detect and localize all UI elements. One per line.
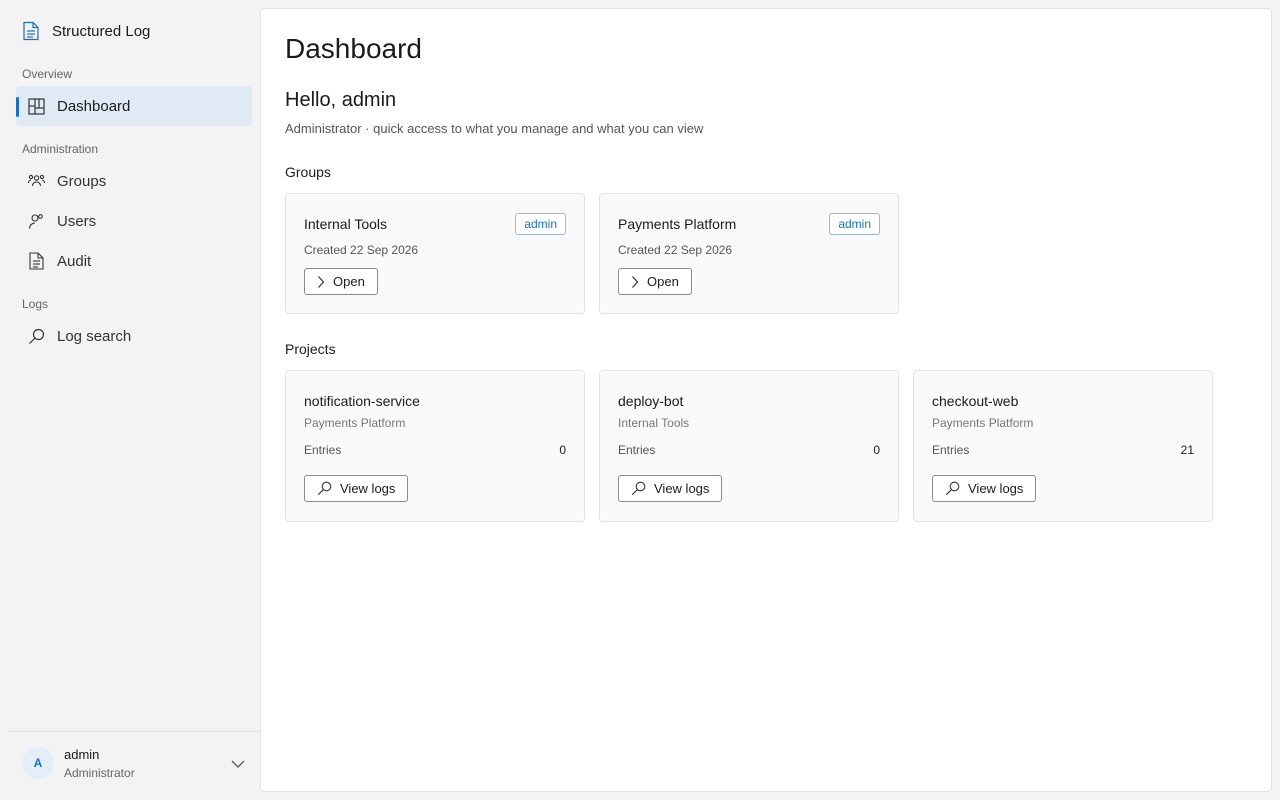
sidebar: Structured Log Overview Dashboard Admini…: [0, 0, 260, 800]
entries-label: Entries: [932, 443, 970, 457]
project-card: checkout-web Payments Platform Entries 2…: [913, 370, 1213, 522]
sidebar-item-label: Log search: [57, 327, 132, 345]
log-document-icon: [22, 21, 40, 41]
view-logs-button[interactable]: View logs: [618, 475, 723, 502]
app-window: Structured Log Overview Dashboard Admini…: [0, 0, 1280, 800]
sidebar-item-label: Groups: [57, 172, 107, 190]
project-group: Payments Platform: [304, 416, 406, 430]
chevron-down-icon[interactable]: [230, 756, 246, 774]
chevron-right-icon: [631, 275, 639, 289]
group-created: Created 22 Sep 2026: [304, 243, 419, 257]
sidebar-item-log-search[interactable]: Log search: [16, 316, 252, 356]
entries-count: 0: [559, 443, 566, 457]
group-card: Internal Tools admin Created 22 Sep 2026…: [285, 193, 585, 314]
entries-label: Entries: [304, 443, 342, 457]
avatar: A: [22, 747, 54, 779]
chevron-right-icon: [317, 275, 325, 289]
search-icon: [945, 481, 960, 496]
project-card: deploy-bot Internal Tools Entries 0 View…: [599, 370, 899, 522]
project-group: Internal Tools: [618, 416, 690, 430]
entries-count: 0: [873, 443, 880, 457]
view-logs-button[interactable]: View logs: [304, 475, 409, 502]
greeting: Hello, admin: [285, 89, 397, 111]
search-icon: [317, 481, 332, 496]
user-menu[interactable]: A admin Administrator: [8, 731, 260, 800]
user-name: admin: [64, 747, 100, 762]
sidebar-item-dashboard[interactable]: Dashboard: [16, 86, 252, 126]
search-icon: [28, 328, 45, 345]
button-label: View logs: [968, 481, 1024, 496]
dashboard-icon: [28, 97, 45, 115]
project-name: deploy-bot: [618, 393, 684, 409]
user-role: Administrator: [64, 766, 135, 780]
group-created: Created 22 Sep 2026: [618, 243, 733, 257]
entries-label: Entries: [618, 443, 656, 457]
groups-icon: [28, 173, 45, 190]
users-icon: [28, 213, 45, 230]
group-name: Payments Platform: [618, 216, 737, 232]
main-content: Dashboard Hello, admin Administrator · q…: [260, 8, 1272, 792]
button-label: Open: [333, 274, 365, 289]
project-card: notification-service Payments Platform E…: [285, 370, 585, 522]
section-label-overview: Overview: [22, 67, 73, 81]
projects-heading: Projects: [285, 341, 336, 357]
app-title: Structured Log: [52, 22, 151, 40]
groups-heading: Groups: [285, 164, 331, 180]
project-name: notification-service: [304, 393, 420, 409]
button-label: Open: [647, 274, 679, 289]
sidebar-item-label: Dashboard: [57, 97, 131, 115]
project-name: checkout-web: [932, 393, 1019, 409]
page-title: Dashboard: [285, 33, 422, 64]
button-label: View logs: [340, 481, 396, 496]
view-logs-button[interactable]: View logs: [932, 475, 1037, 502]
open-group-button[interactable]: Open: [618, 268, 692, 295]
sidebar-item-users[interactable]: Users: [16, 201, 252, 241]
brand[interactable]: Structured Log: [22, 20, 150, 42]
entries-count: 21: [1180, 443, 1194, 457]
section-label-logs: Logs: [22, 297, 49, 311]
sidebar-item-audit[interactable]: Audit: [16, 241, 252, 281]
sidebar-item-label: Audit: [57, 252, 92, 270]
group-name: Internal Tools: [304, 216, 388, 232]
open-group-button[interactable]: Open: [304, 268, 378, 295]
search-icon: [631, 481, 646, 496]
section-label-administration: Administration: [22, 142, 99, 156]
group-card: Payments Platform admin Created 22 Sep 2…: [599, 193, 899, 314]
sidebar-item-label: Users: [57, 212, 97, 230]
greeting-subtext: Administrator · quick access to what you…: [285, 121, 704, 136]
project-group: Payments Platform: [932, 416, 1034, 430]
document-icon: [28, 252, 45, 270]
sidebar-item-groups[interactable]: Groups: [16, 161, 252, 201]
role-badge: admin: [829, 213, 880, 235]
role-badge: admin: [515, 213, 566, 235]
button-label: View logs: [654, 481, 710, 496]
